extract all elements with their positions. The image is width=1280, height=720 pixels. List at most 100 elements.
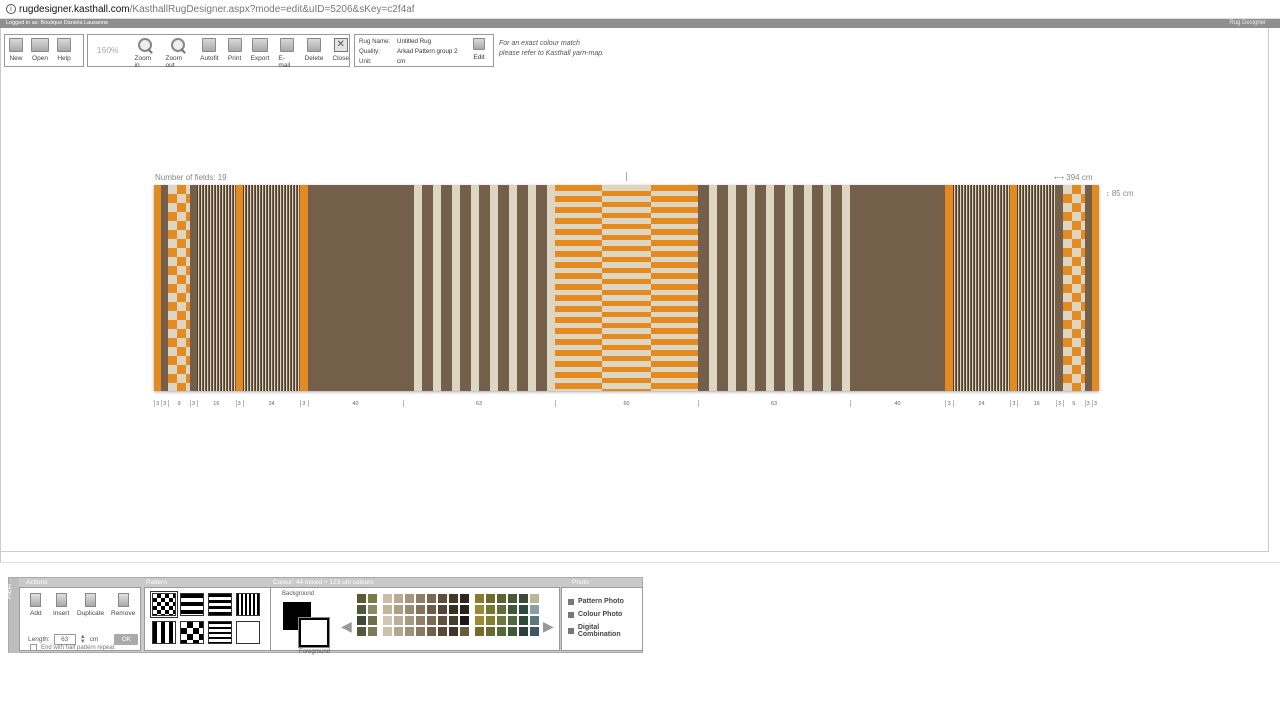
colour-swatch[interactable] bbox=[357, 594, 366, 603]
close-button[interactable]: ✕ Close bbox=[332, 35, 349, 62]
colour-swatch[interactable] bbox=[427, 594, 436, 603]
colour-swatch[interactable] bbox=[405, 627, 414, 636]
colour-swatch[interactable] bbox=[368, 605, 377, 614]
colour-swatch[interactable] bbox=[368, 594, 377, 603]
colour-swatch[interactable] bbox=[416, 605, 425, 614]
colour-swatch[interactable] bbox=[486, 605, 495, 614]
colour-swatch[interactable] bbox=[368, 616, 377, 625]
rug-field-17[interactable] bbox=[1017, 185, 1057, 391]
rug-field-9[interactable] bbox=[307, 185, 404, 391]
colour-swatch[interactable] bbox=[460, 627, 469, 636]
rug-canvas[interactable] bbox=[154, 185, 1099, 391]
colour-swatch[interactable] bbox=[486, 594, 495, 603]
colour-swatch[interactable] bbox=[460, 594, 469, 603]
colour-swatch[interactable] bbox=[460, 605, 469, 614]
export-button[interactable]: Export bbox=[251, 35, 269, 62]
colour-swatch[interactable] bbox=[449, 594, 458, 603]
duplicate-button[interactable]: Duplicate bbox=[77, 593, 104, 617]
colour-swatch[interactable] bbox=[475, 605, 484, 614]
insert-button[interactable]: Insert bbox=[53, 593, 69, 617]
colour-swatch[interactable] bbox=[427, 605, 436, 614]
ok-button[interactable]: OK bbox=[114, 634, 139, 645]
rug-field-15[interactable] bbox=[952, 185, 1011, 391]
pattern-blocks[interactable] bbox=[180, 621, 204, 644]
colour-swatch[interactable] bbox=[438, 616, 447, 625]
edit-button[interactable]: Edit bbox=[473, 38, 485, 61]
colour-swatch[interactable] bbox=[497, 605, 506, 614]
rug-field-19[interactable] bbox=[1063, 185, 1086, 391]
open-button[interactable]: Open bbox=[31, 35, 49, 62]
colour-swatch[interactable] bbox=[475, 627, 484, 636]
colour-swatch[interactable] bbox=[368, 627, 377, 636]
colour-swatch[interactable] bbox=[530, 627, 539, 636]
colour-swatch[interactable] bbox=[508, 594, 517, 603]
colour-swatch[interactable] bbox=[383, 605, 392, 614]
remove-button[interactable]: Remove bbox=[111, 593, 135, 617]
colour-swatch[interactable] bbox=[519, 616, 528, 625]
length-stepper[interactable]: ▲ ▼ bbox=[80, 634, 86, 645]
colour-swatch[interactable] bbox=[508, 616, 517, 625]
pattern-vertical-stripes[interactable] bbox=[152, 621, 176, 644]
colour-swatch[interactable] bbox=[508, 627, 517, 636]
digital-combination-link[interactable]: Digital Combination bbox=[568, 624, 642, 638]
colour-swatch[interactable] bbox=[394, 605, 403, 614]
add-button[interactable]: Add bbox=[30, 593, 42, 617]
colour-swatch[interactable] bbox=[449, 605, 458, 614]
rug-field-11[interactable] bbox=[554, 185, 699, 391]
field-tab[interactable]: Field bbox=[6, 578, 19, 653]
colour-swatch[interactable] bbox=[438, 627, 447, 636]
colour-swatch[interactable] bbox=[416, 627, 425, 636]
rug-field-5[interactable] bbox=[197, 185, 237, 391]
colour-swatch[interactable] bbox=[416, 594, 425, 603]
colour-swatch[interactable] bbox=[497, 616, 506, 625]
rug-field-12[interactable] bbox=[698, 185, 851, 391]
colour-swatch[interactable] bbox=[383, 594, 392, 603]
email-button[interactable]: E-mail bbox=[278, 35, 295, 69]
pattern-fine-vertical[interactable] bbox=[236, 593, 260, 616]
pattern-thin-horizontal[interactable] bbox=[208, 621, 232, 644]
colour-swatch[interactable] bbox=[416, 616, 425, 625]
address-bar[interactable]: i rugdesigner.kasthall.com/KasthallRugDe… bbox=[0, 0, 1280, 19]
rug-field-3[interactable] bbox=[168, 185, 191, 391]
colour-swatch[interactable] bbox=[427, 616, 436, 625]
pattern-photo-link[interactable]: Pattern Photo bbox=[568, 598, 624, 605]
colour-swatch[interactable] bbox=[530, 616, 539, 625]
colour-swatch[interactable] bbox=[357, 627, 366, 636]
scroll-left-icon[interactable]: ◀ bbox=[341, 618, 352, 635]
rug-field-21[interactable] bbox=[1091, 185, 1099, 391]
half-repeat-checkbox[interactable] bbox=[30, 644, 37, 651]
colour-swatch[interactable] bbox=[530, 605, 539, 614]
colour-swatch[interactable] bbox=[383, 627, 392, 636]
colour-swatch[interactable] bbox=[519, 627, 528, 636]
pattern-horizontal-stripes[interactable] bbox=[180, 593, 204, 616]
colour-photo-link[interactable]: Colour Photo bbox=[568, 611, 622, 618]
new-button[interactable]: New bbox=[9, 35, 23, 62]
zoom-out-button[interactable]: Zoom out bbox=[165, 35, 191, 69]
pattern-plain[interactable] bbox=[236, 621, 260, 644]
colour-swatch[interactable] bbox=[405, 594, 414, 603]
pattern-ladder[interactable] bbox=[208, 593, 232, 616]
colour-swatch[interactable] bbox=[405, 605, 414, 614]
colour-swatch[interactable] bbox=[497, 627, 506, 636]
colour-swatch[interactable] bbox=[394, 594, 403, 603]
help-button[interactable]: Help bbox=[57, 35, 71, 62]
colour-swatch[interactable] bbox=[449, 616, 458, 625]
info-icon[interactable]: i bbox=[6, 4, 16, 14]
colour-swatch[interactable] bbox=[497, 594, 506, 603]
colour-swatch[interactable] bbox=[394, 616, 403, 625]
zoom-in-button[interactable]: Zoom in bbox=[135, 35, 157, 69]
colour-swatch[interactable] bbox=[486, 627, 495, 636]
colour-swatch[interactable] bbox=[427, 627, 436, 636]
colour-swatch[interactable] bbox=[405, 616, 414, 625]
colour-swatch[interactable] bbox=[438, 594, 447, 603]
colour-swatch[interactable] bbox=[508, 605, 517, 614]
colour-swatch[interactable] bbox=[394, 627, 403, 636]
autofit-button[interactable]: Autofit bbox=[200, 35, 219, 62]
colour-swatch[interactable] bbox=[357, 605, 366, 614]
foreground-swatch[interactable] bbox=[298, 617, 330, 648]
colour-swatch[interactable] bbox=[357, 616, 366, 625]
rug-field-7[interactable] bbox=[242, 185, 301, 391]
colour-swatch[interactable] bbox=[438, 605, 447, 614]
colour-swatch[interactable] bbox=[519, 594, 528, 603]
colour-swatch[interactable] bbox=[519, 605, 528, 614]
